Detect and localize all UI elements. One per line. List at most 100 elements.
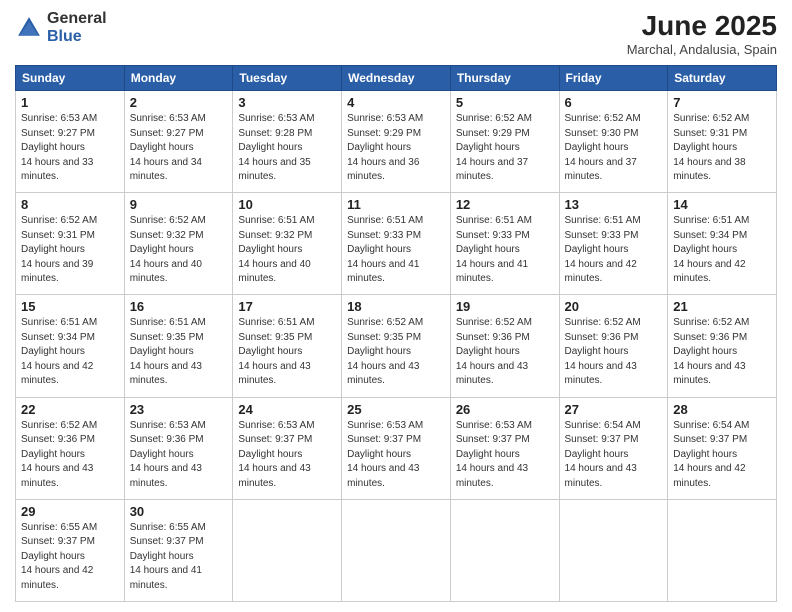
day-number: 30 <box>130 504 228 519</box>
day-number: 23 <box>130 402 228 417</box>
day-info: Sunrise: 6:51 AM Sunset: 9:33 PM Dayligh… <box>456 214 554 287</box>
day-cell: 18 Sunrise: 6:52 AM Sunset: 9:35 PM Dayl… <box>342 295 451 397</box>
day-number: 9 <box>130 197 228 212</box>
day-info: Sunrise: 6:52 AM Sunset: 9:30 PM Dayligh… <box>565 112 663 185</box>
day-number: 18 <box>347 299 445 314</box>
day-number: 2 <box>130 95 228 110</box>
day-number: 26 <box>456 402 554 417</box>
day-number: 6 <box>565 95 663 110</box>
weekday-friday: Friday <box>559 66 668 91</box>
day-cell: 29 Sunrise: 6:55 AM Sunset: 9:37 PM Dayl… <box>16 499 125 601</box>
day-info: Sunrise: 6:51 AM Sunset: 9:35 PM Dayligh… <box>130 316 228 389</box>
day-number: 21 <box>673 299 771 314</box>
day-number: 24 <box>238 402 336 417</box>
day-cell: 6 Sunrise: 6:52 AM Sunset: 9:30 PM Dayli… <box>559 91 668 193</box>
day-number: 17 <box>238 299 336 314</box>
day-info: Sunrise: 6:52 AM Sunset: 9:36 PM Dayligh… <box>21 419 119 492</box>
day-cell: 10 Sunrise: 6:51 AM Sunset: 9:32 PM Dayl… <box>233 193 342 295</box>
day-cell: 25 Sunrise: 6:53 AM Sunset: 9:37 PM Dayl… <box>342 397 451 499</box>
day-number: 16 <box>130 299 228 314</box>
day-number: 12 <box>456 197 554 212</box>
day-cell: 12 Sunrise: 6:51 AM Sunset: 9:33 PM Dayl… <box>450 193 559 295</box>
day-number: 15 <box>21 299 119 314</box>
day-number: 1 <box>21 95 119 110</box>
day-info: Sunrise: 6:52 AM Sunset: 9:35 PM Dayligh… <box>347 316 445 389</box>
weekday-saturday: Saturday <box>668 66 777 91</box>
day-info: Sunrise: 6:51 AM Sunset: 9:35 PM Dayligh… <box>238 316 336 389</box>
day-cell: 22 Sunrise: 6:52 AM Sunset: 9:36 PM Dayl… <box>16 397 125 499</box>
day-number: 19 <box>456 299 554 314</box>
day-number: 14 <box>673 197 771 212</box>
day-cell: 4 Sunrise: 6:53 AM Sunset: 9:29 PM Dayli… <box>342 91 451 193</box>
day-info: Sunrise: 6:55 AM Sunset: 9:37 PM Dayligh… <box>21 521 119 594</box>
logo-general: General <box>47 10 107 28</box>
day-number: 27 <box>565 402 663 417</box>
logo-icon <box>15 14 43 42</box>
day-cell: 28 Sunrise: 6:54 AM Sunset: 9:37 PM Dayl… <box>668 397 777 499</box>
day-info: Sunrise: 6:53 AM Sunset: 9:37 PM Dayligh… <box>456 419 554 492</box>
week-row-1: 1 Sunrise: 6:53 AM Sunset: 9:27 PM Dayli… <box>16 91 777 193</box>
day-cell: 15 Sunrise: 6:51 AM Sunset: 9:34 PM Dayl… <box>16 295 125 397</box>
day-info: Sunrise: 6:52 AM Sunset: 9:31 PM Dayligh… <box>673 112 771 185</box>
location: Marchal, Andalusia, Spain <box>627 42 777 57</box>
day-cell: 2 Sunrise: 6:53 AM Sunset: 9:27 PM Dayli… <box>124 91 233 193</box>
day-info: Sunrise: 6:53 AM Sunset: 9:27 PM Dayligh… <box>130 112 228 185</box>
weekday-sunday: Sunday <box>16 66 125 91</box>
day-number: 25 <box>347 402 445 417</box>
day-cell <box>559 499 668 601</box>
day-cell: 11 Sunrise: 6:51 AM Sunset: 9:33 PM Dayl… <box>342 193 451 295</box>
day-cell: 17 Sunrise: 6:51 AM Sunset: 9:35 PM Dayl… <box>233 295 342 397</box>
week-row-3: 15 Sunrise: 6:51 AM Sunset: 9:34 PM Dayl… <box>16 295 777 397</box>
day-cell: 26 Sunrise: 6:53 AM Sunset: 9:37 PM Dayl… <box>450 397 559 499</box>
day-info: Sunrise: 6:52 AM Sunset: 9:36 PM Dayligh… <box>456 316 554 389</box>
day-cell: 23 Sunrise: 6:53 AM Sunset: 9:36 PM Dayl… <box>124 397 233 499</box>
day-info: Sunrise: 6:55 AM Sunset: 9:37 PM Dayligh… <box>130 521 228 594</box>
day-info: Sunrise: 6:53 AM Sunset: 9:37 PM Dayligh… <box>238 419 336 492</box>
day-info: Sunrise: 6:51 AM Sunset: 9:34 PM Dayligh… <box>673 214 771 287</box>
day-cell: 24 Sunrise: 6:53 AM Sunset: 9:37 PM Dayl… <box>233 397 342 499</box>
month-title: June 2025 <box>627 10 777 42</box>
day-cell: 30 Sunrise: 6:55 AM Sunset: 9:37 PM Dayl… <box>124 499 233 601</box>
day-info: Sunrise: 6:52 AM Sunset: 9:36 PM Dayligh… <box>565 316 663 389</box>
day-number: 10 <box>238 197 336 212</box>
logo-text: General Blue <box>47 10 107 45</box>
week-row-5: 29 Sunrise: 6:55 AM Sunset: 9:37 PM Dayl… <box>16 499 777 601</box>
day-number: 5 <box>456 95 554 110</box>
page: General Blue June 2025 Marchal, Andalusi… <box>0 0 792 612</box>
day-info: Sunrise: 6:53 AM Sunset: 9:28 PM Dayligh… <box>238 112 336 185</box>
day-info: Sunrise: 6:51 AM Sunset: 9:34 PM Dayligh… <box>21 316 119 389</box>
day-info: Sunrise: 6:53 AM Sunset: 9:37 PM Dayligh… <box>347 419 445 492</box>
day-cell: 19 Sunrise: 6:52 AM Sunset: 9:36 PM Dayl… <box>450 295 559 397</box>
day-info: Sunrise: 6:52 AM Sunset: 9:31 PM Dayligh… <box>21 214 119 287</box>
day-info: Sunrise: 6:54 AM Sunset: 9:37 PM Dayligh… <box>565 419 663 492</box>
day-cell: 1 Sunrise: 6:53 AM Sunset: 9:27 PM Dayli… <box>16 91 125 193</box>
weekday-tuesday: Tuesday <box>233 66 342 91</box>
logo: General Blue <box>15 10 107 45</box>
day-info: Sunrise: 6:52 AM Sunset: 9:29 PM Dayligh… <box>456 112 554 185</box>
day-cell <box>450 499 559 601</box>
day-info: Sunrise: 6:53 AM Sunset: 9:36 PM Dayligh… <box>130 419 228 492</box>
day-info: Sunrise: 6:53 AM Sunset: 9:29 PM Dayligh… <box>347 112 445 185</box>
day-number: 28 <box>673 402 771 417</box>
day-info: Sunrise: 6:52 AM Sunset: 9:36 PM Dayligh… <box>673 316 771 389</box>
day-number: 7 <box>673 95 771 110</box>
day-info: Sunrise: 6:52 AM Sunset: 9:32 PM Dayligh… <box>130 214 228 287</box>
day-info: Sunrise: 6:51 AM Sunset: 9:33 PM Dayligh… <box>347 214 445 287</box>
weekday-thursday: Thursday <box>450 66 559 91</box>
day-cell: 9 Sunrise: 6:52 AM Sunset: 9:32 PM Dayli… <box>124 193 233 295</box>
day-number: 20 <box>565 299 663 314</box>
weekday-header-row: SundayMondayTuesdayWednesdayThursdayFrid… <box>16 66 777 91</box>
logo-blue: Blue <box>47 28 107 46</box>
day-number: 29 <box>21 504 119 519</box>
day-cell <box>668 499 777 601</box>
day-cell <box>233 499 342 601</box>
day-cell: 14 Sunrise: 6:51 AM Sunset: 9:34 PM Dayl… <box>668 193 777 295</box>
week-row-4: 22 Sunrise: 6:52 AM Sunset: 9:36 PM Dayl… <box>16 397 777 499</box>
day-info: Sunrise: 6:51 AM Sunset: 9:33 PM Dayligh… <box>565 214 663 287</box>
day-number: 8 <box>21 197 119 212</box>
day-cell <box>342 499 451 601</box>
day-number: 3 <box>238 95 336 110</box>
day-number: 13 <box>565 197 663 212</box>
day-cell: 27 Sunrise: 6:54 AM Sunset: 9:37 PM Dayl… <box>559 397 668 499</box>
day-number: 11 <box>347 197 445 212</box>
